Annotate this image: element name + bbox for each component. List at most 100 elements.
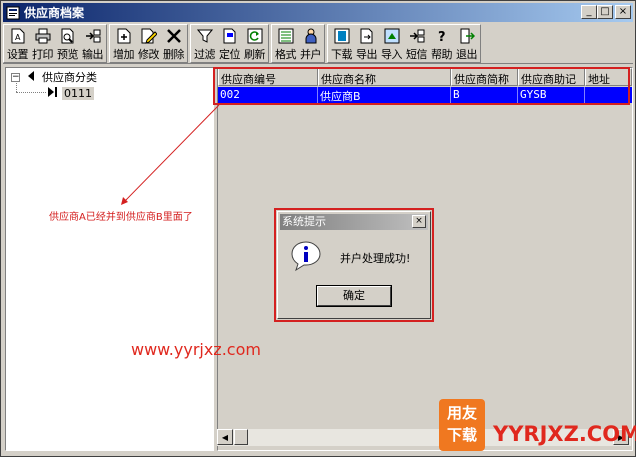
preview-label: 预览 xyxy=(57,48,79,61)
edit-button[interactable]: 修改 xyxy=(136,26,161,61)
settings-label: 设置 xyxy=(7,48,29,61)
merge-button[interactable]: 并户 xyxy=(298,26,323,61)
sms-label: 短信 xyxy=(406,48,428,61)
dialog-message: 并户处理成功! xyxy=(340,252,411,265)
merge-icon xyxy=(303,28,319,44)
import-icon xyxy=(384,28,400,44)
triangle-left-icon xyxy=(28,70,34,84)
delete-label: 删除 xyxy=(163,48,185,61)
locate-icon xyxy=(222,28,238,44)
exit-icon xyxy=(459,28,475,44)
watermark-logo: 用友 下载 xyxy=(439,399,485,451)
watermark-logo-line2: 下载 xyxy=(446,426,477,444)
collapse-toggle[interactable]: − xyxy=(11,72,20,82)
download-button[interactable]: 下载 xyxy=(329,26,354,61)
ok-button[interactable]: 确定 xyxy=(317,286,391,306)
export-out-button[interactable]: 导出 xyxy=(354,26,379,61)
help-label: 帮助 xyxy=(431,48,453,61)
merge-label: 并户 xyxy=(300,48,322,61)
export-out-icon xyxy=(359,28,375,44)
import-label: 导入 xyxy=(381,48,403,61)
export-icon xyxy=(85,28,101,44)
cell-supplier-short: B xyxy=(451,87,518,103)
close-button[interactable]: × xyxy=(615,5,631,19)
delete-icon xyxy=(166,28,182,44)
col-supplier-mnemonic[interactable]: 供应商助记 xyxy=(518,68,585,86)
scroll-thumb[interactable] xyxy=(234,429,248,445)
watermark-logo-line1: 用友 xyxy=(446,404,477,422)
toolbar-group-edit: 增加 修改 删除 xyxy=(109,24,188,63)
dialog-close-button[interactable]: × xyxy=(412,215,426,228)
format-button[interactable]: 格式 xyxy=(273,26,298,61)
format-label: 格式 xyxy=(275,48,297,61)
watermark-site: YYRJXZ.COM xyxy=(493,422,636,446)
col-supplier-code[interactable]: 供应商编号 xyxy=(218,68,318,86)
annotation-text: 供应商A已经并到供应商B里面了 xyxy=(49,212,193,223)
add-label: 增加 xyxy=(113,48,135,61)
tree-node-root[interactable]: − 供应商分类 xyxy=(11,70,97,84)
toolbar-group-format: 格式 并户 xyxy=(271,24,325,63)
col-supplier-short[interactable]: 供应商简称 xyxy=(451,68,518,86)
delete-button[interactable]: 删除 xyxy=(161,26,186,61)
output-button[interactable]: 输出 xyxy=(80,26,105,61)
system-prompt-dialog: 系统提示 × 并户处理成功! 确定 xyxy=(277,211,431,319)
sms-button[interactable]: 短信 xyxy=(404,26,429,61)
edit-label: 修改 xyxy=(138,48,160,61)
window-title: 供应商档案 xyxy=(24,6,85,20)
filter-icon xyxy=(196,28,213,44)
printer-icon xyxy=(35,28,51,44)
supplier-category-tree[interactable]: − 供应商分类 0111 xyxy=(5,67,214,451)
app-icon xyxy=(6,6,20,19)
download-icon xyxy=(334,28,350,44)
exit-label: 退出 xyxy=(456,48,478,61)
col-address[interactable]: 地址 xyxy=(585,68,632,86)
table-row[interactable]: 002 供应商B B GYSB xyxy=(218,87,632,103)
info-icon xyxy=(291,241,321,272)
help-button[interactable]: ? 帮助 xyxy=(429,26,454,61)
supplier-archive-window: 供应商档案 _ □ × A 设置 打印 预览 输出 增加 修改 删除 过滤 定位… xyxy=(0,0,636,457)
grid-header: 供应商编号 供应商名称 供应商简称 供应商助记 地址 xyxy=(218,68,632,86)
refresh-icon xyxy=(247,28,263,44)
edit-icon xyxy=(141,28,157,44)
tree-child-label: 0111 xyxy=(62,86,94,100)
exit-button[interactable]: 退出 xyxy=(454,26,479,61)
format-icon xyxy=(278,28,294,44)
maximize-button[interactable]: □ xyxy=(597,5,613,19)
toolbar: A 设置 打印 预览 输出 增加 修改 删除 过滤 定位 刷新 格式 并户 下载… xyxy=(3,24,633,64)
preview-icon xyxy=(60,28,76,44)
toolbar-group-output: A 设置 打印 预览 输出 xyxy=(3,24,107,63)
print-button[interactable]: 打印 xyxy=(30,26,55,61)
minimize-button[interactable]: _ xyxy=(581,5,597,19)
cell-supplier-code: 002 xyxy=(218,87,318,103)
triangle-right-bar-icon xyxy=(48,86,58,100)
title-bar: 供应商档案 _ □ × xyxy=(3,3,633,22)
add-doc-icon xyxy=(116,28,132,44)
refresh-label: 刷新 xyxy=(244,48,266,61)
help-icon: ? xyxy=(434,28,450,44)
col-supplier-name[interactable]: 供应商名称 xyxy=(318,68,451,86)
locate-button[interactable]: 定位 xyxy=(217,26,242,61)
tree-root-label: 供应商分类 xyxy=(42,71,97,84)
settings-button[interactable]: A 设置 xyxy=(5,26,30,61)
cell-address xyxy=(585,87,632,103)
add-button[interactable]: 增加 xyxy=(111,26,136,61)
import-button[interactable]: 导入 xyxy=(379,26,404,61)
preview-button[interactable]: 预览 xyxy=(55,26,80,61)
dialog-title: 系统提示 × xyxy=(280,214,428,230)
toolbar-group-view: 过滤 定位 刷新 xyxy=(190,24,269,63)
tree-node-child[interactable]: 0111 xyxy=(48,86,94,100)
print-label: 打印 xyxy=(32,48,54,61)
svg-text:?: ? xyxy=(438,30,446,44)
tree-line xyxy=(16,92,46,93)
toolbar-group-misc: 下载 导出 导入 短信 ? 帮助 退出 xyxy=(327,24,481,63)
refresh-button[interactable]: 刷新 xyxy=(242,26,267,61)
dialog-title-text: 系统提示 xyxy=(282,215,326,228)
download-label: 下载 xyxy=(331,48,353,61)
watermark-url: www.yyrjxz.com xyxy=(131,340,261,359)
cell-supplier-mnemonic: GYSB xyxy=(518,87,585,103)
output-label: 输出 xyxy=(82,48,104,61)
scroll-left-button[interactable]: ◀ xyxy=(217,429,233,445)
svg-text:A: A xyxy=(15,33,21,42)
sms-icon xyxy=(409,28,425,44)
filter-button[interactable]: 过滤 xyxy=(192,26,217,61)
